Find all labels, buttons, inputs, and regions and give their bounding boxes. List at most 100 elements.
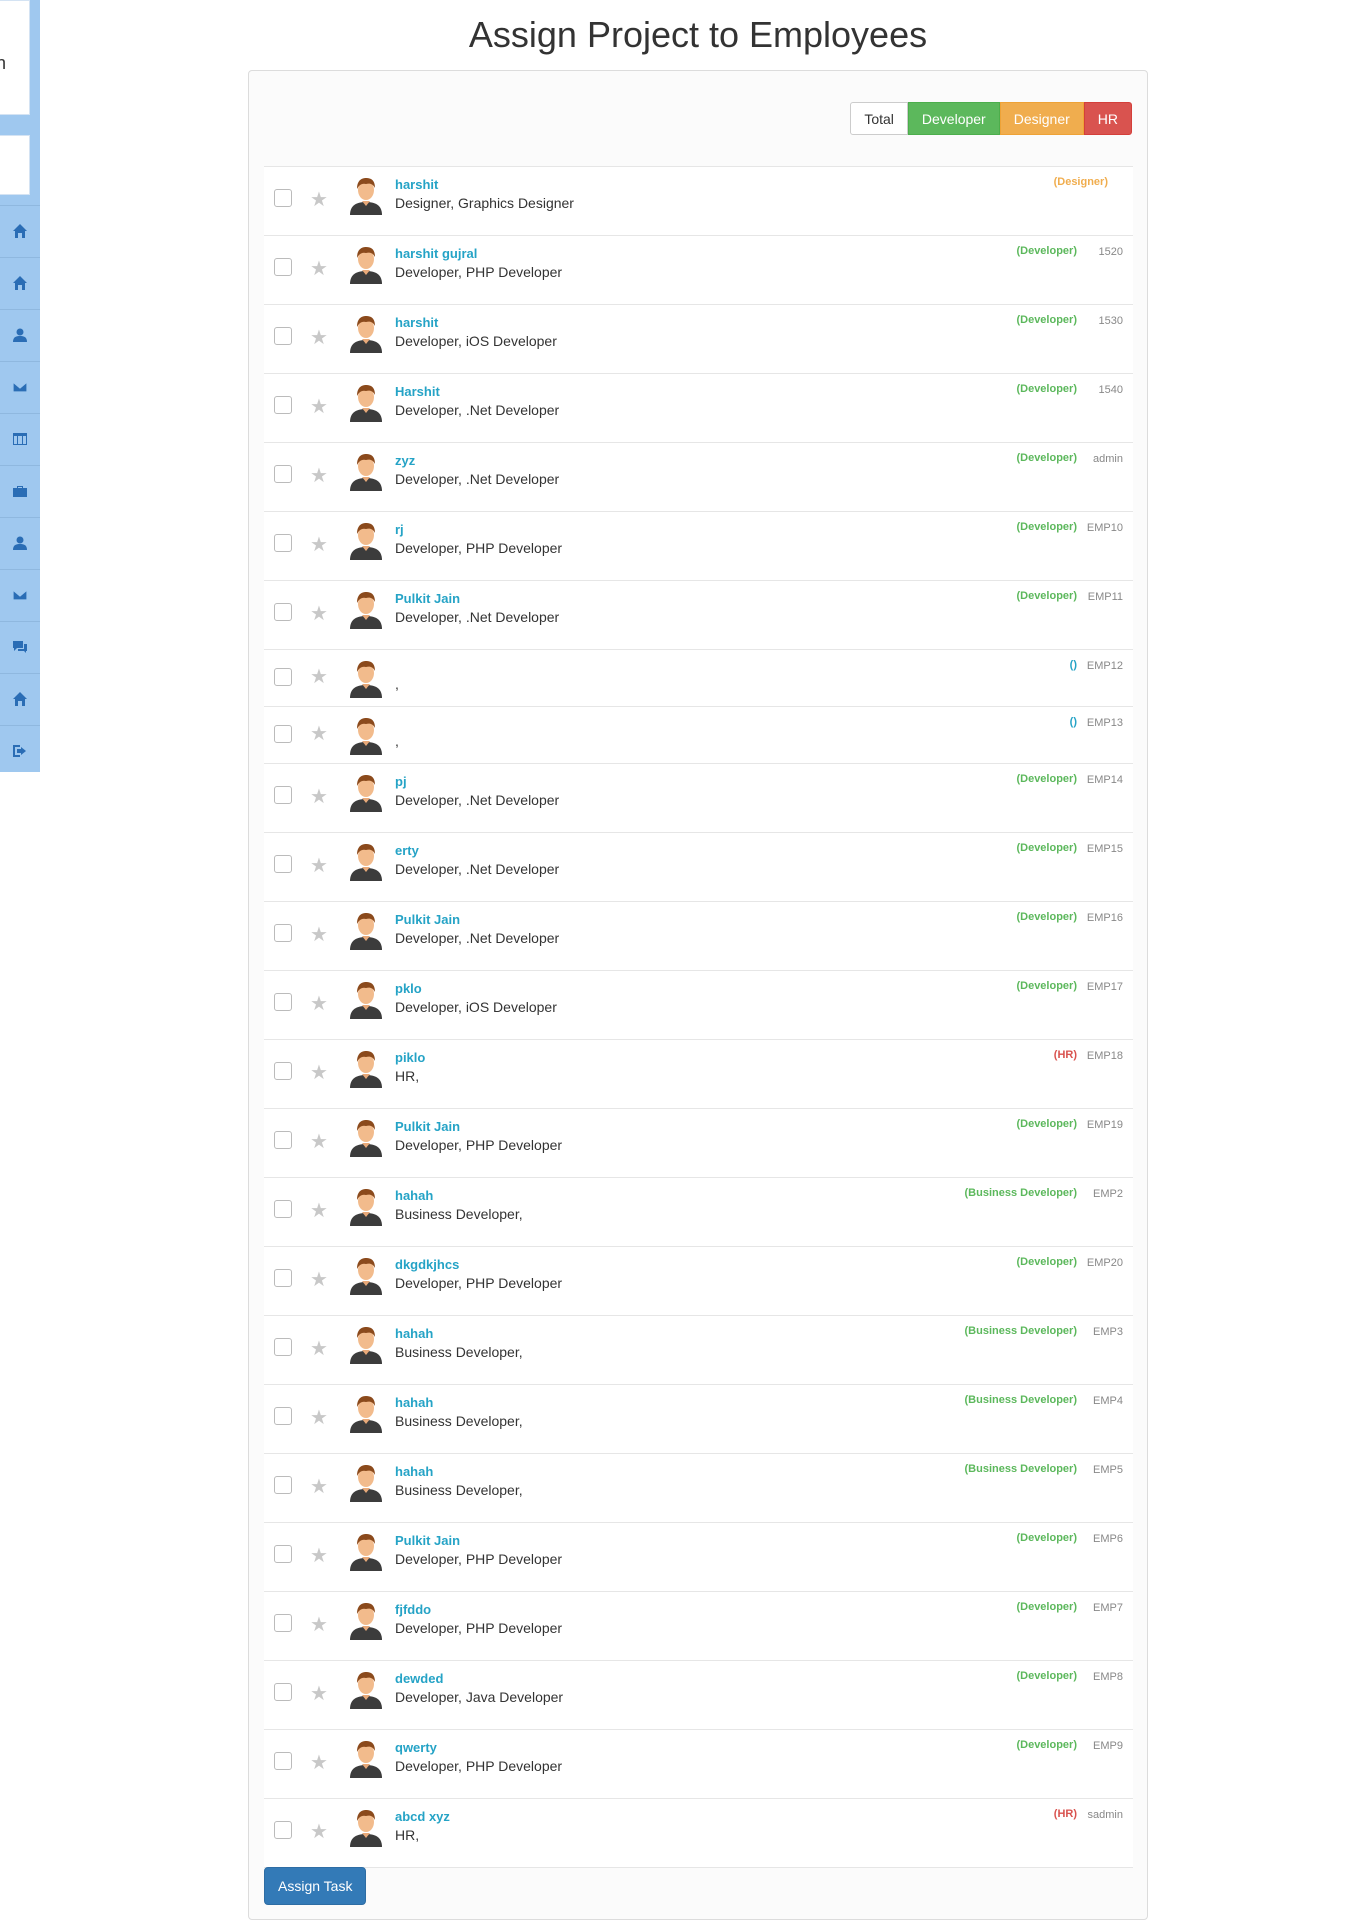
star-icon[interactable]: ★ xyxy=(310,1543,328,1568)
employee-name[interactable]: Pulkit Jain xyxy=(395,1119,460,1134)
select-checkbox[interactable] xyxy=(274,786,292,804)
filter-developer-button[interactable]: Developer xyxy=(907,102,1000,135)
sidebar-search-box[interactable] xyxy=(0,135,30,195)
employee-name[interactable]: Pulkit Jain xyxy=(395,1533,460,1548)
sidebar-nav-item[interactable] xyxy=(0,517,40,568)
employee-code: EMP10 xyxy=(1086,522,1123,534)
employee-name[interactable]: abcd xyz xyxy=(395,1809,450,1824)
select-checkbox[interactable] xyxy=(274,1131,292,1149)
filter-designer-button[interactable]: Designer xyxy=(999,102,1084,135)
star-icon[interactable]: ★ xyxy=(310,1198,328,1223)
star-icon[interactable]: ★ xyxy=(310,922,328,947)
select-checkbox[interactable] xyxy=(274,189,292,207)
star-icon[interactable]: ★ xyxy=(310,463,328,488)
sidebar-nav-item[interactable] xyxy=(0,621,40,672)
star-icon[interactable]: ★ xyxy=(310,1405,328,1430)
employee-name[interactable]: hahah xyxy=(395,1464,433,1479)
employee-name[interactable]: hahah xyxy=(395,1188,433,1203)
star-icon[interactable]: ★ xyxy=(310,1612,328,1637)
filter-hr-button[interactable]: HR xyxy=(1083,102,1132,135)
select-checkbox[interactable] xyxy=(274,725,292,743)
role-label: (HR) xyxy=(1053,1049,1077,1061)
select-checkbox[interactable] xyxy=(274,1614,292,1632)
sidebar-nav-item[interactable] xyxy=(0,361,40,412)
star-icon[interactable]: ★ xyxy=(310,1474,328,1499)
select-checkbox[interactable] xyxy=(274,327,292,345)
employee-name[interactable]: hahah xyxy=(395,1326,433,1341)
employee-name[interactable]: harshit xyxy=(395,315,438,330)
employee-code: EMP12 xyxy=(1086,660,1123,672)
star-icon[interactable]: ★ xyxy=(310,1819,328,1844)
employee-name[interactable]: zyz xyxy=(395,453,415,468)
employee-name[interactable]: dkgdkjhcs xyxy=(395,1257,459,1272)
sidebar-nav-item[interactable] xyxy=(0,257,40,308)
select-checkbox[interactable] xyxy=(274,1476,292,1494)
employee-designation: Developer, PHP Developer xyxy=(395,1551,563,1567)
select-checkbox[interactable] xyxy=(274,924,292,942)
employee-name[interactable]: piklo xyxy=(395,1050,425,1065)
select-checkbox[interactable] xyxy=(274,1338,292,1356)
star-icon[interactable]: ★ xyxy=(310,256,328,281)
sidebar-nav-item[interactable] xyxy=(0,465,40,516)
star-icon[interactable]: ★ xyxy=(310,853,328,878)
sidebar-nav-item[interactable] xyxy=(0,413,40,464)
sidebar-nav-item[interactable] xyxy=(0,205,40,256)
star-icon[interactable]: ★ xyxy=(310,1750,328,1775)
avatar xyxy=(348,910,384,950)
star-icon[interactable]: ★ xyxy=(310,1060,328,1085)
star-icon[interactable]: ★ xyxy=(310,532,328,557)
employee-code: EMP3 xyxy=(1093,1326,1123,1338)
employee-name[interactable]: rj xyxy=(395,522,404,537)
star-icon[interactable]: ★ xyxy=(310,784,328,809)
star-icon[interactable]: ★ xyxy=(310,187,328,212)
select-checkbox[interactable] xyxy=(274,1269,292,1287)
select-checkbox[interactable] xyxy=(274,855,292,873)
star-icon[interactable]: ★ xyxy=(310,1681,328,1706)
employee-name[interactable]: pklo xyxy=(395,981,422,996)
sidebar-nav-item[interactable] xyxy=(0,569,40,620)
employee-name[interactable]: Pulkit Jain xyxy=(395,912,460,927)
select-checkbox[interactable] xyxy=(274,668,292,686)
star-icon[interactable]: ★ xyxy=(310,991,328,1016)
select-checkbox[interactable] xyxy=(274,1545,292,1563)
star-icon[interactable]: ★ xyxy=(310,1336,328,1361)
employee-name[interactable]: hahah xyxy=(395,1395,433,1410)
select-checkbox[interactable] xyxy=(274,258,292,276)
star-icon[interactable]: ★ xyxy=(310,721,328,746)
employee-name[interactable]: erty xyxy=(395,843,419,858)
assign-task-button[interactable]: Assign Task xyxy=(264,1867,367,1905)
select-checkbox[interactable] xyxy=(274,465,292,483)
select-checkbox[interactable] xyxy=(274,603,292,621)
select-checkbox[interactable] xyxy=(274,1821,292,1839)
role-label: (Developer) xyxy=(1016,842,1077,854)
select-checkbox[interactable] xyxy=(274,1683,292,1701)
sidebar-nav-item[interactable] xyxy=(0,309,40,360)
select-checkbox[interactable] xyxy=(274,1200,292,1218)
star-icon[interactable]: ★ xyxy=(310,601,328,626)
star-icon[interactable]: ★ xyxy=(310,1129,328,1154)
select-checkbox[interactable] xyxy=(274,1062,292,1080)
select-checkbox[interactable] xyxy=(274,1752,292,1770)
select-checkbox[interactable] xyxy=(274,396,292,414)
star-icon[interactable]: ★ xyxy=(310,664,328,689)
employee-name[interactable]: qwerty xyxy=(395,1740,437,1755)
employee-name[interactable]: fjfddo xyxy=(395,1602,431,1617)
employee-name[interactable]: harshit gujral xyxy=(395,246,477,261)
sidebar-nav-item[interactable] xyxy=(0,673,40,724)
sidebar-nav-item[interactable] xyxy=(0,725,40,776)
star-icon[interactable]: ★ xyxy=(310,394,328,419)
employee-designation: Business Developer, xyxy=(395,1206,523,1222)
select-checkbox[interactable] xyxy=(274,993,292,1011)
role-label: (HR) xyxy=(1053,1808,1077,1820)
star-icon[interactable]: ★ xyxy=(310,325,328,350)
select-checkbox[interactable] xyxy=(274,1407,292,1425)
employee-code: EMP14 xyxy=(1086,774,1123,786)
select-checkbox[interactable] xyxy=(274,534,292,552)
employee-name[interactable]: Harshit xyxy=(395,384,440,399)
employee-name[interactable]: harshit xyxy=(395,177,438,192)
employee-name[interactable]: dewded xyxy=(395,1671,443,1686)
star-icon[interactable]: ★ xyxy=(310,1267,328,1292)
filter-total-button[interactable]: Total xyxy=(850,102,908,135)
employee-name[interactable]: pj xyxy=(395,774,407,789)
employee-name[interactable]: Pulkit Jain xyxy=(395,591,460,606)
